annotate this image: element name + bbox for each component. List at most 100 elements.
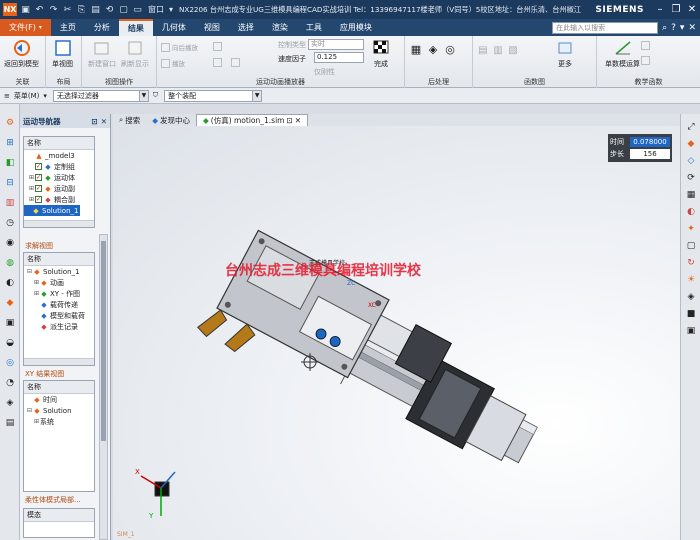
process-studio-icon[interactable]: ◆ xyxy=(3,296,17,310)
stop-button[interactable] xyxy=(231,58,240,67)
selection-filter-select[interactable]: 无选择过滤器 ▼ xyxy=(52,89,149,102)
layer-icon[interactable]: ▣ xyxy=(684,324,698,338)
teaching-fn-1[interactable] xyxy=(641,41,650,50)
background-icon[interactable]: ▢ xyxy=(684,239,698,253)
tab-analysis[interactable]: 分析 xyxy=(85,19,119,36)
close-icon[interactable]: ✕ xyxy=(684,0,700,19)
probe-icon[interactable]: ◎ xyxy=(443,42,457,56)
pin-icon[interactable]: ⊡ xyxy=(91,117,97,126)
checkbox[interactable]: ✓ xyxy=(35,163,42,170)
scrollbar-thumb[interactable] xyxy=(101,241,106,441)
expand-icon[interactable]: ⊞ xyxy=(28,196,35,203)
menu-icon[interactable]: ≡ xyxy=(4,92,10,100)
part-navigator-icon[interactable]: ◧ xyxy=(3,156,17,170)
save-icon[interactable]: ▣ xyxy=(20,4,31,15)
ribbon-options-icon[interactable]: ▾ xyxy=(680,23,685,33)
tab-tools[interactable]: 工具 xyxy=(297,19,331,36)
palette-icon[interactable]: ◒ xyxy=(3,336,17,350)
copy-icon[interactable]: ⎘ xyxy=(76,4,87,15)
checkbox[interactable]: ✓ xyxy=(35,185,42,192)
redo-icon[interactable]: ↷ xyxy=(48,4,59,15)
rotate-icon[interactable]: ⟳ xyxy=(684,171,698,185)
shaded-icon[interactable]: ◆ xyxy=(684,137,698,151)
solver-row[interactable]: ◆ 派生记录 xyxy=(24,321,94,332)
motion-navigator-icon[interactable]: ⚙ xyxy=(3,116,17,130)
manufacturing-wizard-icon[interactable]: ▣ xyxy=(3,316,17,330)
repeat-icon[interactable]: ⟲ xyxy=(104,4,115,15)
window-icon[interactable]: ▭ xyxy=(132,4,143,15)
tree-item-model[interactable]: ▲ _model3 xyxy=(24,150,94,161)
return-to-model-button[interactable]: 返回到模型 xyxy=(4,39,39,69)
assembly-navigator-icon[interactable]: ⊞ xyxy=(3,136,17,150)
roles-icon[interactable]: ◍ xyxy=(3,256,17,270)
refresh-view-icon[interactable]: ↻ xyxy=(684,256,698,270)
constraint-navigator-icon[interactable]: ⊟ xyxy=(3,176,17,190)
minimize-icon[interactable]: – xyxy=(652,0,668,19)
tab-motion-sim[interactable]: ◆ (仿真) motion_1.sim ⊡ ✕ xyxy=(195,114,309,126)
speed-factor-select[interactable]: 0.125 xyxy=(314,52,364,63)
tab-search[interactable]: ⌕ 搜索 xyxy=(113,114,146,126)
contour-icon[interactable]: ▦ xyxy=(409,42,423,56)
cut-icon[interactable]: ✂ xyxy=(62,4,73,15)
refresh-display-button[interactable]: 刷新显示 xyxy=(121,39,149,69)
camera-icon[interactable]: ◈ xyxy=(684,290,698,304)
solver-row[interactable]: ⊟ ◆ Solution_1 xyxy=(24,266,94,277)
web-browser-icon[interactable]: ◉ xyxy=(3,236,17,250)
horizontal-scrollbar[interactable] xyxy=(24,220,94,227)
paste-icon[interactable]: ▤ xyxy=(90,4,101,15)
window-menu[interactable]: 窗口 xyxy=(148,4,164,15)
reverse-play-button[interactable]: 向后播放 xyxy=(161,42,198,52)
command-search-input[interactable]: 在此输入以搜索 xyxy=(552,21,659,34)
file-menu[interactable]: 文件(F) ▾ xyxy=(0,19,51,36)
window-close-icon[interactable]: ✕ xyxy=(688,23,696,33)
single-fn-op-button[interactable]: 单数模运算 xyxy=(605,39,640,69)
solver-row[interactable]: ◆ 载荷传递 xyxy=(24,299,94,310)
tab-render[interactable]: 渲染 xyxy=(263,19,297,36)
xy-row[interactable]: ⊞ 系统 xyxy=(24,416,94,427)
graph-icon[interactable]: ▤ xyxy=(477,44,489,56)
tab-geometry[interactable]: 几何体 xyxy=(153,19,195,36)
search-icon[interactable]: ⌕ xyxy=(662,23,667,33)
step-forward-button[interactable] xyxy=(213,58,222,67)
xy-row[interactable]: ⊟ ◆ Solution xyxy=(24,405,94,416)
wireframe-icon[interactable]: ◇ xyxy=(684,154,698,168)
control-type-select[interactable]: 实时 xyxy=(308,39,364,50)
chevron-down-icon[interactable]: ▾ xyxy=(43,92,47,100)
checkbox[interactable]: ✓ xyxy=(35,196,42,203)
help-icon[interactable]: ? xyxy=(671,23,676,33)
deform-icon[interactable]: ◈ xyxy=(426,42,440,56)
teaching-fn-2[interactable] xyxy=(641,56,650,65)
horizontal-scrollbar[interactable] xyxy=(24,358,94,365)
tab-view[interactable]: 视图 xyxy=(195,19,229,36)
graphics-viewport[interactable]: 志成模具学校 ZC XC 台州志成三维模具编程培训学校 时间 0.078000 步… xyxy=(113,126,680,540)
section-icon[interactable]: ◐ xyxy=(684,205,698,219)
solver-row[interactable]: ◆ 模型和载荷 xyxy=(24,310,94,321)
tab-applications[interactable]: 应用模块 xyxy=(331,19,381,36)
single-view-button[interactable]: 单视图 xyxy=(52,39,73,69)
xy-row[interactable]: ◆ 时间 xyxy=(24,394,94,405)
tree-item-custom-group[interactable]: ✓ ◆ 定制组 xyxy=(24,161,94,172)
checkbox[interactable]: ✓ xyxy=(35,174,42,181)
note-icon[interactable]: ▤ xyxy=(3,416,17,430)
tab-home[interactable]: 主页 xyxy=(51,19,85,36)
tree-item-solution[interactable]: ◆ Solution_1 xyxy=(24,205,80,216)
undo-icon[interactable]: ↶ xyxy=(34,4,45,15)
lighting-icon[interactable]: ☀ xyxy=(684,273,698,287)
solver-row[interactable]: ⊞ ◆ XY - 作图 xyxy=(24,288,94,299)
expand-icon[interactable]: ⊞ xyxy=(28,174,35,181)
restore-icon[interactable]: ❐ xyxy=(668,0,684,19)
play-button[interactable]: 播放 xyxy=(161,58,185,68)
visual-icon[interactable]: ✦ xyxy=(684,222,698,236)
table-icon[interactable]: ▥ xyxy=(492,44,504,56)
tree-item-couplers[interactable]: ⊞ ✓ ◆ 耦合副 xyxy=(24,194,94,205)
system-materials-icon[interactable]: ◐ xyxy=(3,276,17,290)
globe-icon[interactable]: ◎ xyxy=(3,356,17,370)
expand-icon[interactable]: ⊞ xyxy=(28,185,35,192)
solver-row[interactable]: ⊞ ◆ 动画 xyxy=(24,277,94,288)
close-icon[interactable]: ✕ xyxy=(295,116,301,125)
touch-mode-icon[interactable]: ▢ xyxy=(118,4,129,15)
history-icon[interactable]: ◷ xyxy=(3,216,17,230)
tag-icon[interactable]: ◈ xyxy=(3,396,17,410)
dark-mode-icon[interactable]: ■ xyxy=(684,307,698,321)
finish-animation-button[interactable]: 完成 xyxy=(371,39,391,69)
